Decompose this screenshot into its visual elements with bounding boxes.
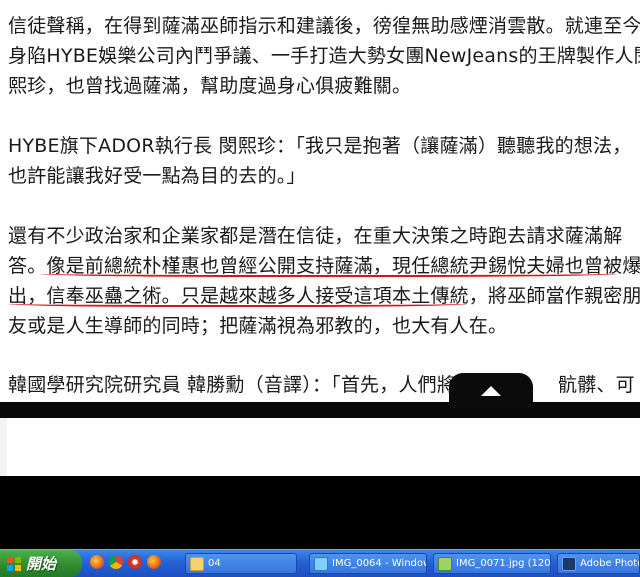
photoshop-icon [562,556,576,571]
text-line: 還有不少政治家和企業家都是潛在信徒，在重大決策之時跑去請求薩滿解 [8,225,623,247]
paragraph-2-quote: HYBE旗下ADOR執行長 閔熙珍：「我只是抱著（讓薩滿）聽聽我的想法， 也許能… [8,131,631,191]
blank-panel [7,418,640,476]
image-editor-icon [438,556,452,571]
taskbar-item-photoshop[interactable]: Adobe Photosho [557,553,640,574]
text-line: 也許能讓我好受一點為目的去的。」 [8,165,306,187]
panel-edge [0,418,7,476]
text-line: 韓國學研究院研究員 韓勝勳（音譯）：「首先，人們將 骯髒、可 [8,370,635,400]
red-underline-annotation [40,269,618,277]
article-content: 信徒聲稱，在得到薩滿巫師指示和建議後，徬徨無助感煙消雲散。就連至今 身陷HYBE… [0,0,640,402]
text-fragment: 骯髒、可 [558,374,635,396]
windows-taskbar: 開始 04 IMG_0064 - Window... IMG_0071.jpg … [0,549,640,577]
text-line: 信徒聲稱，在得到薩滿巫師指示和建議後，徬徨無助感煙消雲散。就連至今 [8,15,640,37]
taskbar-item-image-editor[interactable]: IMG_0071.jpg (1200... [433,553,551,574]
firefox-icon[interactable] [90,555,104,569]
text-line: 友或是人生導師的同時；把薩滿視為邪教的，也大有人在。 [8,315,508,337]
text-line: 身陷HYBE娛樂公司內鬥爭議、一手打造大勢女團NewJeans的王牌製作人閔 [8,45,640,67]
chrome-icon[interactable] [109,555,123,569]
paragraph-4-quote: 韓國學研究院研究員 韓勝勳（音譯）：「首先，人們將 骯髒、可 [8,370,635,400]
text-line: 熙珍，也曾找過薩滿，幫助度過身心俱疲難關。 [8,75,412,97]
red-underline-annotation [8,299,468,307]
folder-icon [190,556,204,571]
caret-up-icon [481,386,501,396]
browser-icon[interactable] [128,555,142,569]
taskbar-item-image-viewer[interactable]: IMG_0064 - Window... [309,553,427,574]
task-label: IMG_0071.jpg (1200... [456,558,551,569]
paragraph-3: 還有不少政治家和企業家都是潛在信徒，在重大決策之時跑去請求薩滿解 答。像是前總統… [8,221,640,341]
image-viewer-icon [314,556,328,571]
start-label: 開始 [26,555,57,573]
text-line: HYBE旗下ADOR執行長 閔熙珍：「我只是抱著（讓薩滿）聽聽我的想法， [8,135,632,157]
video-controls-bar [0,402,640,418]
task-label: IMG_0064 - Window... [332,558,426,569]
task-label: Adobe Photosho [580,558,639,569]
scroll-to-top-button[interactable] [449,373,533,409]
paragraph-1: 信徒聲稱，在得到薩滿巫師指示和建議後，徬徨無助感煙消雲散。就連至今 身陷HYBE… [8,11,640,101]
start-button[interactable]: 開始 [0,550,82,577]
quick-launch-bar [90,555,161,569]
firefox-alt-icon[interactable] [147,555,161,569]
taskbar-item-folder[interactable]: 04 [185,553,297,574]
windows-logo-icon [7,556,21,571]
task-label: 04 [208,558,221,569]
text-fragment: 韓國學研究院研究員 韓勝勳（音譯）：「首先，人們將 [8,374,457,396]
